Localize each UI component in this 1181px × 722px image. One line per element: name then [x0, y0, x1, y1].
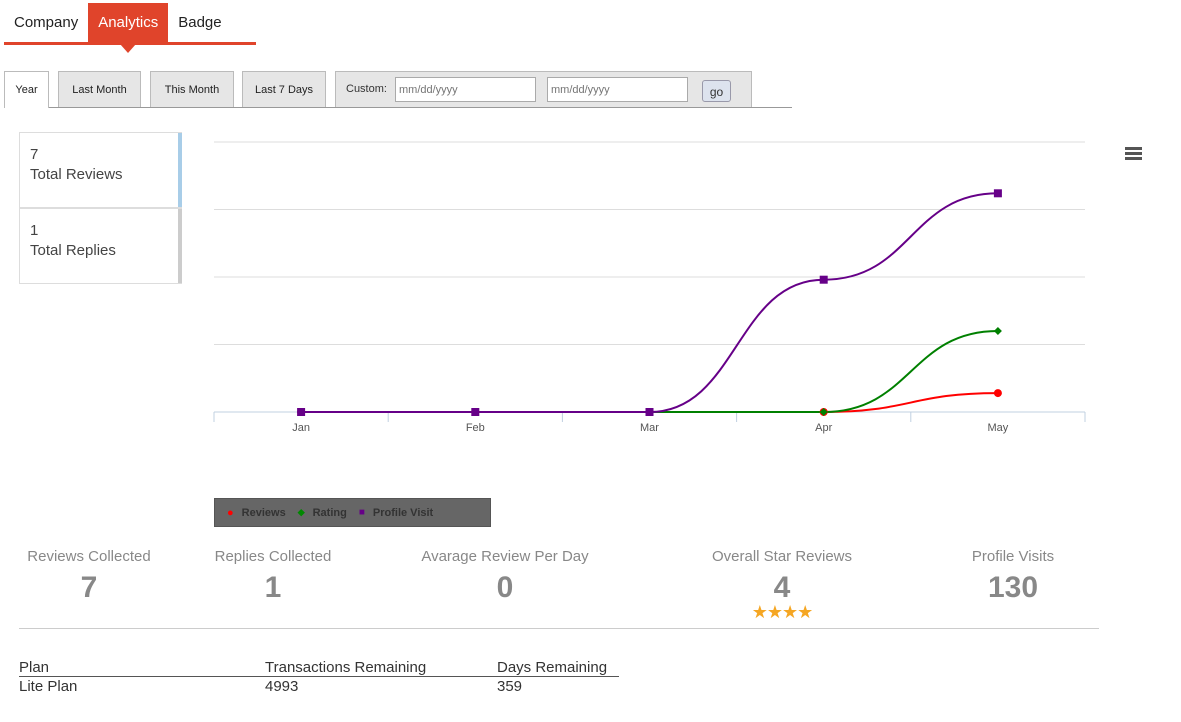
- chart-menu-icon[interactable]: [1125, 147, 1142, 161]
- summary-reviews: Reviews Collected 7: [19, 548, 159, 605]
- data-point: [645, 408, 654, 416]
- circle-icon: ●: [227, 506, 234, 519]
- analytics-line-chart: Jan Feb Mar Apr May: [213, 141, 1086, 434]
- summary-value: 4: [773, 571, 791, 604]
- summary-label: Replies Collected: [214, 548, 332, 565]
- legend-label: Profile Visit: [372, 506, 434, 519]
- series-line-profile-visit: [301, 192, 998, 414]
- transactions-value: 4993: [265, 678, 299, 695]
- data-point: [993, 327, 1002, 335]
- transactions-column: Transactions Remaining 4993: [265, 658, 497, 696]
- data-point: [993, 189, 1002, 198]
- star-rating-icon: ★★★★: [751, 602, 814, 622]
- series-line-rating: [301, 330, 998, 414]
- legend-label: Reviews: [241, 506, 286, 519]
- divider: [19, 628, 1099, 629]
- summary-profile-visits: Profile Visits 130: [948, 548, 1078, 605]
- plan-header: Plan: [19, 658, 265, 677]
- legend-item-profile-visit[interactable]: ■ Profile Visit: [359, 507, 433, 519]
- x-tick-label: Mar: [640, 422, 659, 434]
- summary-star-reviews: Overall Star Reviews 4 ★★★★: [697, 548, 867, 622]
- transactions-header: Transactions Remaining: [265, 658, 497, 677]
- x-tick-label: Feb: [466, 422, 485, 434]
- diamond-icon: ◆: [297, 507, 305, 517]
- days-header: Days Remaining: [497, 658, 619, 677]
- days-column: Days Remaining 359: [497, 658, 619, 696]
- summary-replies: Replies Collected 1: [203, 548, 343, 605]
- summary-label: Reviews Collected: [27, 548, 151, 565]
- data-point: [819, 275, 828, 284]
- days-value: 359: [497, 678, 523, 695]
- summary-label: Overall Star Reviews: [711, 548, 853, 565]
- chart-legend: ● Reviews ◆ Rating ■ Profile Visit: [214, 498, 491, 527]
- summary-avg-per-day: Avarage Review Per Day 0: [405, 548, 605, 605]
- x-tick-label: Apr: [815, 422, 832, 434]
- data-point: [297, 408, 306, 416]
- legend-label: Rating: [312, 506, 347, 519]
- summary-value: 0: [496, 571, 514, 604]
- legend-item-reviews[interactable]: ● Reviews: [227, 507, 286, 519]
- x-tick-label: Jan: [292, 422, 310, 434]
- plan-value: Lite Plan: [19, 678, 78, 695]
- summary-label: Avarage Review Per Day: [421, 548, 589, 565]
- legend-item-rating[interactable]: ◆ Rating: [298, 507, 347, 519]
- x-tick-label: May: [988, 422, 1009, 434]
- data-point: [993, 389, 1002, 398]
- summary-label: Profile Visits: [971, 548, 1055, 565]
- plan-column: Plan Lite Plan: [19, 658, 265, 696]
- summary-value: 1: [264, 571, 282, 604]
- data-point: [471, 408, 480, 416]
- summary-value: 7: [80, 571, 98, 604]
- square-icon: ■: [358, 507, 365, 518]
- summary-value: 130: [987, 571, 1039, 604]
